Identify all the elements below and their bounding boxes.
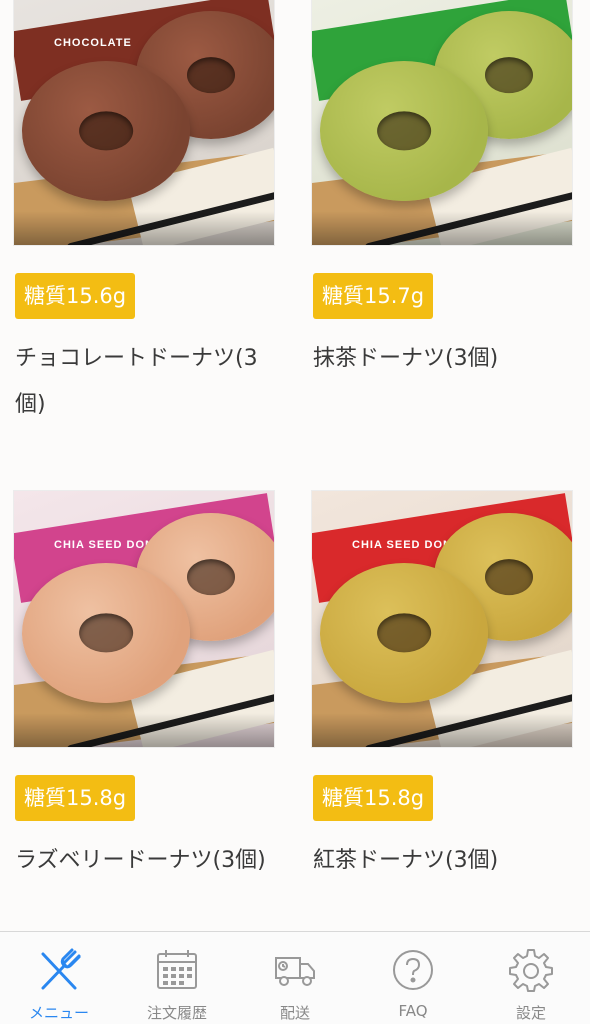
bag-label: CHOCOLATE bbox=[54, 37, 132, 49]
carb-badge: 糖質15.7g bbox=[313, 273, 434, 319]
product-card[interactable]: CHIA SEED DONUT 糖質15.8g 紅茶ドーナツ(3個) bbox=[311, 490, 573, 873]
carb-badge: 糖質15.8g bbox=[313, 775, 434, 821]
fork-knife-icon bbox=[35, 946, 83, 994]
calendar-icon bbox=[153, 946, 201, 994]
tab-menu[interactable]: メニュー bbox=[0, 932, 118, 1024]
tab-faq[interactable]: FAQ bbox=[354, 932, 472, 1024]
carb-badge: 糖質15.8g bbox=[15, 775, 136, 821]
tab-delivery[interactable]: 配送 bbox=[236, 932, 354, 1024]
bottom-tab-bar: メニュー 注文履歴 配送 FAQ 設定 bbox=[0, 931, 590, 1024]
tab-menu-label: メニュー bbox=[28, 1004, 89, 1022]
tab-delivery-label: 配送 bbox=[279, 1004, 310, 1022]
product-menu-screen: CHOCOLATE 糖質15.6g チョコレートドーナツ(3個) 糖質15.7g… bbox=[0, 0, 590, 1024]
tab-settings-label: 設定 bbox=[515, 1004, 546, 1022]
gear-icon bbox=[507, 946, 555, 994]
product-title[interactable]: チョコレートドーナツ(3個) bbox=[15, 336, 273, 428]
product-card[interactable]: CHIA SEED DONUT 糖質15.8g ラズベリードーナツ(3個) bbox=[13, 490, 275, 873]
tab-settings[interactable]: 設定 bbox=[472, 932, 590, 1024]
carb-badge: 糖質15.6g bbox=[15, 273, 136, 319]
product-title[interactable]: 抹茶ドーナツ(3個) bbox=[313, 336, 571, 382]
product-title[interactable]: 紅茶ドーナツ(3個) bbox=[313, 838, 571, 884]
tab-order-history-label: 注文履歴 bbox=[146, 1004, 207, 1022]
product-image[interactable]: CHOCOLATE bbox=[13, 0, 275, 246]
product-card[interactable]: CHOCOLATE 糖質15.6g チョコレートドーナツ(3個) bbox=[13, 0, 275, 417]
question-circle-icon bbox=[389, 946, 437, 994]
product-image[interactable]: CHIA SEED DONUT bbox=[13, 490, 275, 748]
tab-faq-label: FAQ bbox=[398, 1002, 428, 1020]
product-image[interactable]: CHIA SEED DONUT bbox=[311, 490, 573, 748]
delivery-truck-icon bbox=[271, 946, 319, 994]
product-card[interactable]: 糖質15.7g 抹茶ドーナツ(3個) bbox=[311, 0, 573, 371]
tab-order-history[interactable]: 注文履歴 bbox=[118, 932, 236, 1024]
product-title[interactable]: ラズベリードーナツ(3個) bbox=[15, 838, 273, 884]
product-image[interactable] bbox=[311, 0, 573, 246]
